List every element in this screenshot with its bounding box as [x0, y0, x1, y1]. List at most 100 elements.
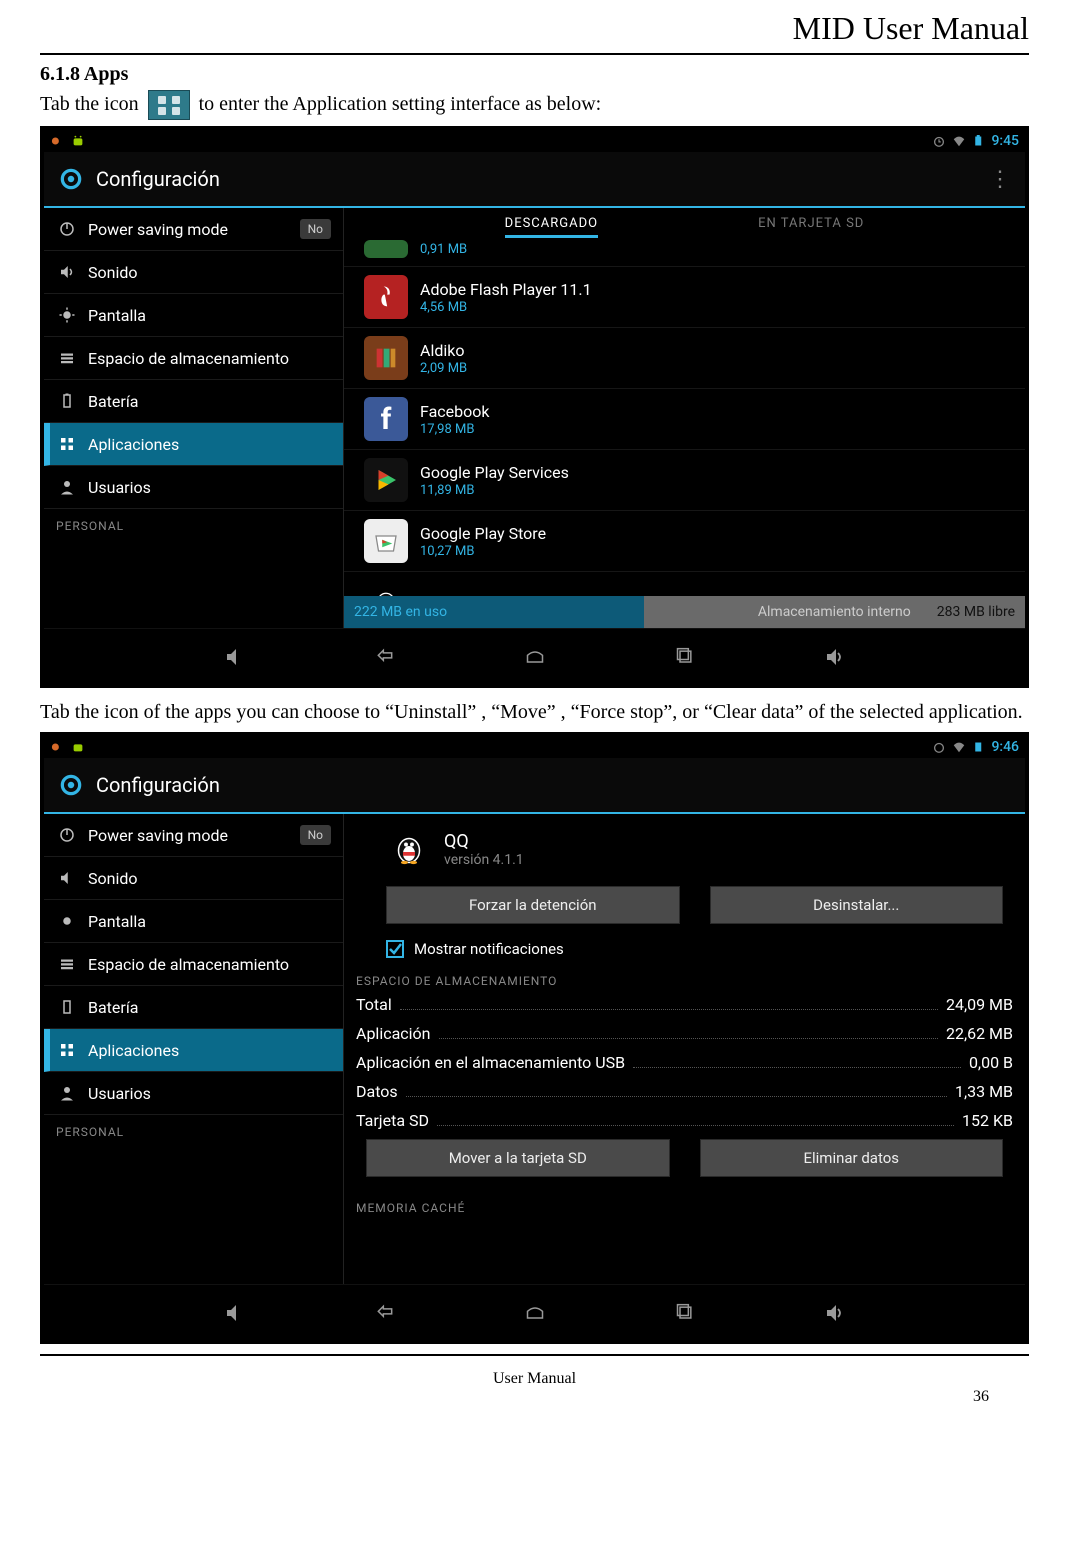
storage-icon — [56, 347, 78, 369]
dotted-leader — [406, 1085, 947, 1098]
volume-up-icon[interactable] — [820, 642, 850, 672]
settings-title: Configuración — [96, 167, 220, 191]
apps-grid-icon — [56, 1039, 78, 1061]
title-row: Configuración ⋮ — [44, 152, 1025, 208]
settings-gear-icon[interactable] — [54, 162, 88, 196]
notifications-row[interactable]: Mostrar notificaciones — [356, 928, 1013, 968]
sidebar-item-label: Power saving mode — [88, 826, 228, 845]
settings-sidebar: Power saving mode No Sonido Pantalla Esp… — [44, 208, 344, 628]
status-bar: 9:46 — [44, 736, 1025, 758]
battery-icon — [971, 133, 987, 149]
sidebar-item-users[interactable]: Usuarios — [44, 1072, 343, 1115]
settings-title: Configuración — [96, 773, 220, 797]
display-icon — [56, 910, 78, 932]
sidebar-item-sound[interactable]: Sonido — [44, 857, 343, 900]
app-row-partial[interactable]: 0,91 MB — [344, 240, 1025, 267]
apps-panel: DESCARGADO EN TARJETA SD 0,91 MB Adobe F… — [344, 208, 1025, 628]
battery-icon — [56, 390, 78, 412]
volume-down-icon[interactable] — [220, 642, 250, 672]
app-row-playservices[interactable]: Google Play Services 11,89 MB — [344, 450, 1025, 511]
sidebar-item-apps[interactable]: Aplicaciones — [44, 423, 343, 466]
section-heading: 6.1.8 Apps — [40, 63, 1029, 86]
storage-center: Almacenamiento interno — [758, 604, 911, 620]
header-rule — [40, 53, 1029, 55]
storage-value: 22,62 MB — [946, 1024, 1013, 1043]
storage-value: 1,33 MB — [955, 1082, 1013, 1101]
force-stop-button[interactable]: Forzar la detención — [386, 886, 680, 924]
storage-kv-row[interactable]: Aplicación 22,62 MB — [356, 1019, 1013, 1048]
checkbox-checked-icon[interactable] — [386, 940, 404, 958]
app-list[interactable]: 0,91 MB Adobe Flash Player 11.1 4,56 MB … — [344, 240, 1025, 596]
move-sd-button[interactable]: Mover a la tarjeta SD — [366, 1139, 670, 1177]
home-icon[interactable] — [520, 642, 550, 672]
sidebar-item-apps[interactable]: Aplicaciones — [44, 1029, 343, 1072]
uninstall-button[interactable]: Desinstalar... — [710, 886, 1004, 924]
app-row-flash[interactable]: Adobe Flash Player 11.1 4,56 MB — [344, 267, 1025, 328]
shop-icon — [364, 519, 408, 563]
storage-value: 152 KB — [962, 1111, 1013, 1130]
button-row-bottom: Mover a la tarjeta SD Eliminar datos — [356, 1135, 1013, 1181]
storage-kv-row[interactable]: Tarjeta SD 152 KB — [356, 1106, 1013, 1135]
clear-data-button[interactable]: Eliminar datos — [700, 1139, 1004, 1177]
sidebar-item-users[interactable]: Usuarios — [44, 466, 343, 509]
back-icon[interactable] — [370, 642, 400, 672]
toggle-off[interactable]: No — [300, 825, 331, 845]
storage-key: Tarjeta SD — [356, 1111, 429, 1130]
sidebar-item-storage[interactable]: Espacio de almacenamiento — [44, 337, 343, 380]
storage-key: Aplicación — [356, 1024, 431, 1043]
app-name: Facebook — [420, 402, 489, 421]
storage-kv-row[interactable]: Aplicación en el almacenamiento USB0,00 … — [356, 1048, 1013, 1077]
volume-down-icon[interactable] — [220, 1298, 250, 1328]
sidebar-item-label: Sonido — [88, 869, 138, 888]
wifi-icon — [951, 133, 967, 149]
recent-icon[interactable] — [670, 1298, 700, 1328]
sidebar-item-display[interactable]: Pantalla — [44, 294, 343, 337]
intro-line: Tab the icon to enter the Application se… — [40, 90, 1029, 120]
app-row-qq[interactable]: QQ — [344, 572, 1025, 596]
notification-icon — [50, 133, 66, 149]
app-icon — [364, 240, 408, 258]
facebook-icon: f — [364, 397, 408, 441]
settings-gear-icon[interactable] — [54, 768, 88, 802]
recent-icon[interactable] — [670, 642, 700, 672]
storage-used: 222 MB en uso — [344, 596, 644, 628]
toggle-off[interactable]: No — [300, 219, 331, 239]
app-size: 0,91 MB — [420, 242, 467, 257]
doc-header-title: MID User Manual — [40, 10, 1029, 47]
dotted-leader — [633, 1056, 961, 1069]
volume-up-icon[interactable] — [820, 1298, 850, 1328]
storage-heading: ESPACIO DE ALMACENAMIENTO — [356, 968, 1013, 990]
sidebar-item-sound[interactable]: Sonido — [44, 251, 343, 294]
overflow-menu-icon[interactable]: ⋮ — [989, 167, 1015, 192]
storage-kv-row[interactable]: Datos 1,33 MB — [356, 1077, 1013, 1106]
tab-sdcard[interactable]: EN TARJETA SD — [758, 216, 864, 238]
app-size: 17,98 MB — [420, 422, 489, 437]
storage-kv-row[interactable]: Total24,09 MB — [356, 990, 1013, 1019]
storage-key: Aplicación en el almacenamiento USB — [356, 1053, 625, 1072]
home-icon[interactable] — [520, 1298, 550, 1328]
app-row-aldiko[interactable]: Aldiko 2,09 MB — [344, 328, 1025, 389]
battery-icon — [971, 739, 987, 755]
app-row-playstore[interactable]: Google Play Store 10,27 MB — [344, 511, 1025, 572]
nav-bar — [44, 628, 1025, 684]
flash-icon — [364, 275, 408, 319]
sidebar-item-power[interactable]: Power saving mode No — [44, 814, 343, 857]
android-icon — [70, 739, 86, 755]
storage-bar: 222 MB en uso Almacenamiento interno 283… — [344, 596, 1025, 628]
sidebar-item-battery[interactable]: Batería — [44, 986, 343, 1029]
tab-downloaded[interactable]: DESCARGADO — [505, 216, 598, 238]
user-icon — [56, 476, 78, 498]
sidebar-item-power[interactable]: Power saving mode No — [44, 208, 343, 251]
sidebar-item-display[interactable]: Pantalla — [44, 900, 343, 943]
wifi-icon — [951, 739, 967, 755]
notification-icon — [50, 739, 66, 755]
alarm-icon — [931, 739, 947, 755]
storage-free-text: 283 MB libre — [937, 604, 1015, 620]
storage-key: Datos — [356, 1082, 398, 1101]
sidebar-item-label: Sonido — [88, 263, 138, 282]
back-icon[interactable] — [370, 1298, 400, 1328]
screenshot-apps-list: 9:45 Configuración ⋮ Power saving mode N… — [40, 126, 1029, 688]
app-row-facebook[interactable]: f Facebook 17,98 MB — [344, 389, 1025, 450]
sidebar-item-storage[interactable]: Espacio de almacenamiento — [44, 943, 343, 986]
sidebar-item-battery[interactable]: Batería — [44, 380, 343, 423]
